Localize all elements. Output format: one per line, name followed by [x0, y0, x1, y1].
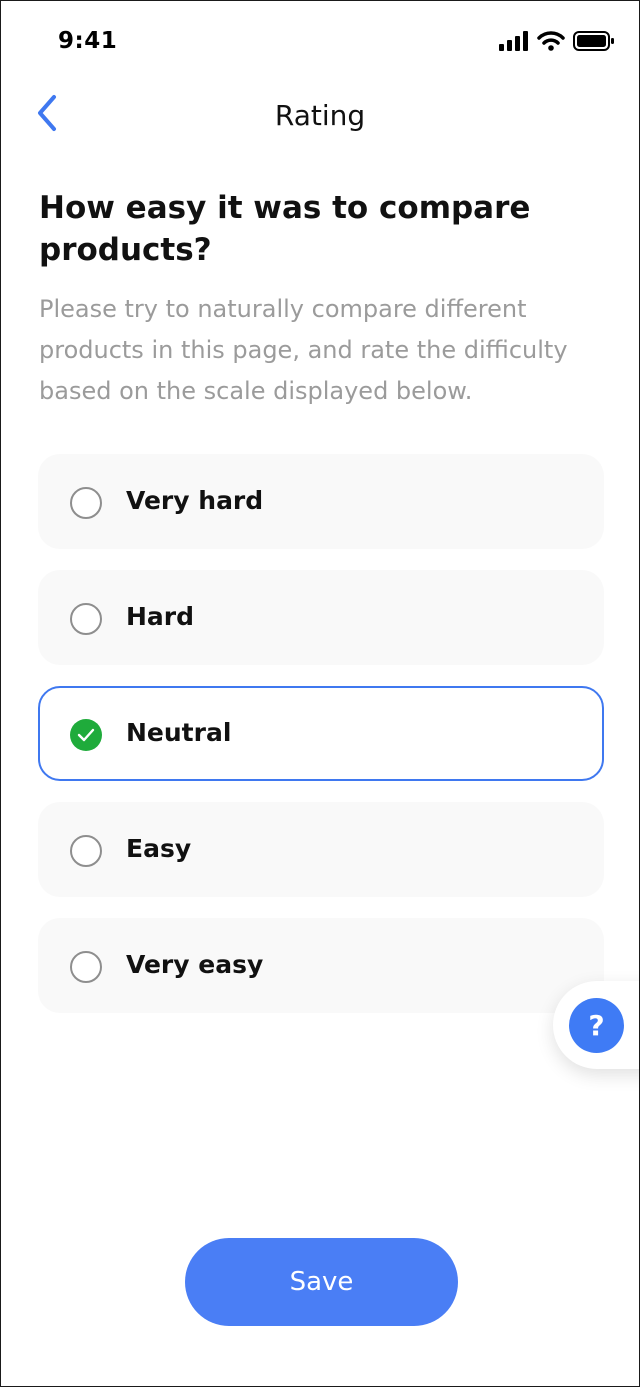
help-button[interactable]: ?: [569, 998, 624, 1053]
radio-icon[interactable]: [70, 603, 102, 635]
radio-icon[interactable]: [70, 951, 102, 983]
option-very-easy[interactable]: Very easy: [38, 918, 604, 1013]
option-label: Very easy: [126, 950, 264, 979]
option-label: Hard: [126, 602, 195, 631]
phone-screen: 9:41 Rating How easy it was to compare p…: [0, 0, 640, 1387]
radio-icon[interactable]: [70, 487, 102, 519]
option-label: Neutral: [126, 718, 232, 747]
option-easy[interactable]: Easy: [38, 802, 604, 897]
question-description: Please try to naturally compare differen…: [39, 295, 568, 405]
rating-options: Very hard Hard Neutral Easy Very easy: [38, 454, 604, 1034]
status-time: 9:41: [58, 28, 118, 54]
option-very-hard[interactable]: Very hard: [38, 454, 604, 549]
signal-icon: [499, 31, 529, 55]
page-title: Rating: [274, 99, 366, 132]
status-icons: [499, 31, 615, 55]
checkmark-icon[interactable]: [70, 719, 102, 751]
option-neutral[interactable]: Neutral: [38, 686, 604, 781]
status-bar: 9:41: [1, 1, 639, 81]
option-label: Easy: [126, 834, 192, 863]
option-hard[interactable]: Hard: [38, 570, 604, 665]
wifi-icon: [537, 31, 565, 55]
question-mark-icon: ?: [588, 1009, 605, 1042]
radio-icon[interactable]: [70, 835, 102, 867]
nav-header: Rating: [1, 81, 639, 153]
save-button[interactable]: Save: [185, 1238, 458, 1326]
question-title: How easy it was to compare products?: [39, 190, 531, 268]
battery-icon: [573, 31, 615, 55]
option-label: Very hard: [126, 486, 264, 515]
